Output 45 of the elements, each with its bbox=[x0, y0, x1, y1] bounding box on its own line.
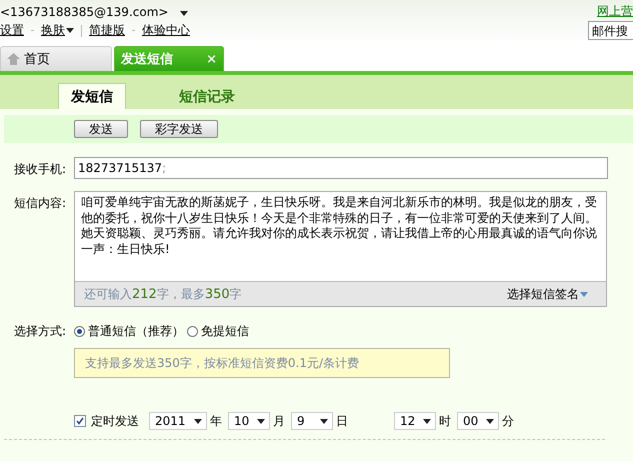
toolbar-button[interactable]: 彩字发送 bbox=[140, 120, 218, 138]
select-field[interactable]: 12 bbox=[394, 412, 436, 430]
char-counter: 还可输入212字，最多350字 bbox=[84, 286, 242, 302]
radio-option[interactable]: 普通短信（推荐） bbox=[74, 323, 184, 340]
header-link[interactable]: 换肤 bbox=[41, 22, 74, 39]
radio-icon[interactable] bbox=[74, 326, 85, 337]
header-link[interactable]: 简捷版 bbox=[89, 22, 125, 39]
field-label: 短信内容: bbox=[14, 195, 68, 212]
caret-icon bbox=[580, 292, 588, 296]
caret-icon bbox=[423, 418, 431, 424]
field-label: 选择方式: bbox=[14, 323, 68, 340]
toolbar-button[interactable]: 发送 bbox=[74, 120, 128, 138]
radio-icon[interactable] bbox=[187, 326, 198, 337]
select-field[interactable]: 00 bbox=[457, 412, 499, 430]
radio-option[interactable]: 免提短信 bbox=[187, 323, 249, 340]
field-label: 接收手机: bbox=[14, 161, 68, 178]
caret-icon bbox=[320, 418, 328, 424]
home-icon bbox=[7, 53, 20, 65]
select-field[interactable]: 2011 bbox=[149, 412, 207, 430]
unit-label: 时 bbox=[439, 412, 451, 430]
header-link[interactable]: 设置 bbox=[0, 22, 24, 39]
unit-label: 分 bbox=[502, 412, 514, 430]
select-field[interactable]: 9 bbox=[291, 412, 333, 430]
unit-label: 年 bbox=[210, 412, 222, 430]
sub-tab[interactable]: 短信记录 bbox=[166, 83, 248, 109]
caret-icon bbox=[257, 418, 265, 424]
checkbox-label: 定时发送 bbox=[91, 412, 139, 430]
message-field[interactable]: 咱可爱单纯宇宙无敌的斯菡妮子，生日快乐呀。我是来自河北新乐市的林明。我是似龙的朋友，受他的委托，祝你十八岁生日快乐！今天是个非常特殊的日子，有一位非常可爱的天使来到了人间。她天资聪颖、灵巧秀丽。请允许我对你的成长表示祝贺，请让我借上帝的心用最真诚的语气向你说一声：生日快乐! bbox=[75, 192, 606, 281]
recipient-field[interactable]: 18273715137; bbox=[74, 157, 608, 179]
checkbox[interactable] bbox=[74, 415, 86, 427]
signature-dropdown[interactable]: 选择短信签名 bbox=[507, 286, 588, 302]
caret-icon bbox=[486, 418, 494, 424]
caret-icon bbox=[194, 418, 202, 424]
search-field[interactable]: 邮件搜 bbox=[588, 21, 633, 40]
account-name: <13673188385@139.com> bbox=[0, 4, 168, 18]
header-link[interactable]: 体验中心 bbox=[142, 22, 190, 39]
select-field[interactable]: 10 bbox=[228, 412, 270, 430]
tab[interactable]: 首页 bbox=[0, 46, 112, 71]
caret-icon bbox=[66, 28, 74, 33]
unit-label: 日 bbox=[336, 412, 348, 430]
caret-icon bbox=[180, 10, 188, 16]
sub-tab[interactable]: 发短信 bbox=[58, 83, 126, 109]
unit-label: 月 bbox=[273, 412, 285, 430]
hint-tooltip: 支持最多发送350字，按标准短信资费0.1元/条计费 bbox=[74, 348, 450, 378]
top-right-link[interactable]: 网上营 bbox=[597, 3, 633, 20]
